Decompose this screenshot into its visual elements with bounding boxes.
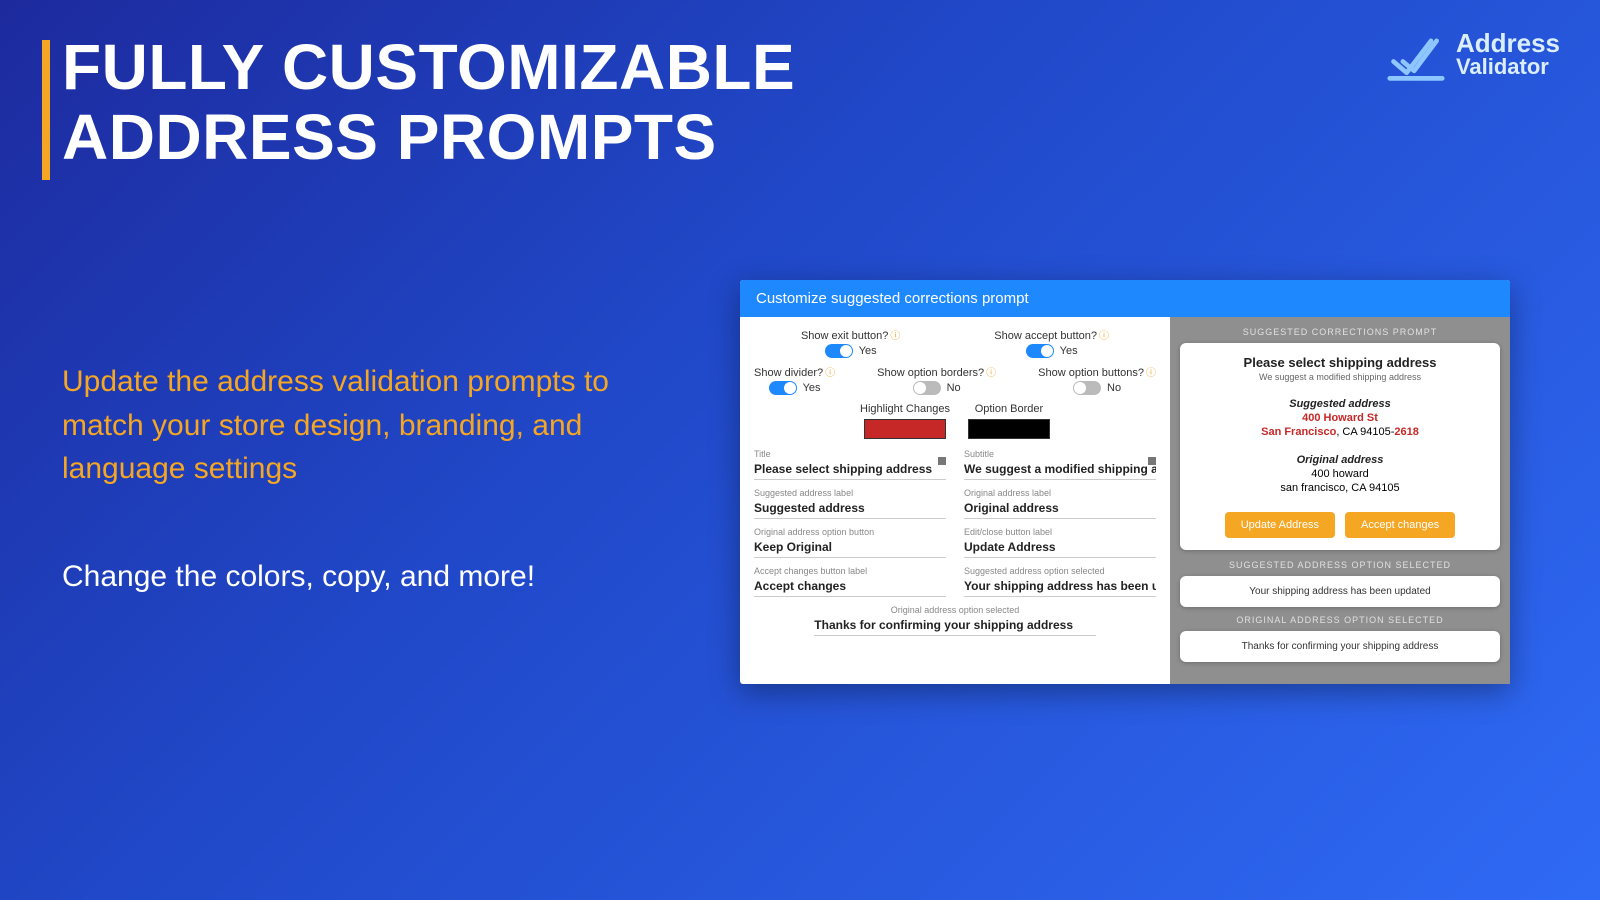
toggle-exit: Show exit button?ⓘ Yes [801, 327, 900, 358]
toggle-borders: Show option borders?ⓘ No [877, 364, 996, 395]
toggle-accept: Show accept button?ⓘ Yes [994, 327, 1109, 358]
swatch-border-label: Option Border [975, 403, 1043, 415]
info-icon: ⓘ [986, 368, 996, 379]
preview-pane: SUGGESTED CORRECTIONS PROMPT Please sele… [1170, 317, 1510, 684]
field-suggested-label-input[interactable] [754, 498, 946, 519]
toggle-divider-value: Yes [803, 382, 821, 394]
hero-subhead2: Change the colors, copy, and more! [62, 560, 535, 594]
field-accept-btn: Accept changes button label [754, 566, 946, 597]
preview-update-button[interactable]: Update Address [1225, 512, 1335, 538]
info-icon: ⓘ [1099, 331, 1109, 342]
accent-bar [42, 40, 50, 180]
swatch-border: Option Border [968, 403, 1050, 439]
toggle-exit-value: Yes [859, 345, 877, 357]
toggle-exit-switch[interactable] [825, 344, 853, 358]
hero-subhead: Update the address validation prompts to… [62, 360, 642, 491]
brand-text-1: Address [1456, 30, 1560, 56]
field-edit-btn-input[interactable] [964, 537, 1156, 558]
field-accept-btn-label: Accept changes button label [754, 566, 946, 576]
preview-suggested-city: San Francisco [1261, 426, 1336, 438]
field-title: Title [754, 449, 946, 480]
field-original-selected: Original address option selected [754, 605, 1156, 636]
toggle-accept-value: Yes [1060, 345, 1078, 357]
field-edit-btn-label: Edit/close button label [964, 527, 1156, 537]
field-title-input[interactable] [754, 459, 946, 480]
info-icon: ⓘ [890, 331, 900, 342]
preview-card-subtitle: We suggest a modified shipping address [1194, 372, 1486, 382]
preview-suggested-line1: 400 Howard St [1302, 412, 1378, 424]
field-original-label-label: Original address label [964, 488, 1156, 498]
toggle-divider: Show divider?ⓘ Yes [754, 364, 835, 395]
preview-card-title: Please select shipping address [1194, 355, 1486, 370]
brand-logo: Address Validator [1386, 24, 1560, 84]
toggle-buttons-switch[interactable] [1073, 381, 1101, 395]
hero-title-line2: ADDRESS PROMPTS [62, 101, 717, 173]
preview-prompt-heading: SUGGESTED CORRECTIONS PROMPT [1180, 327, 1500, 337]
settings-form: Show exit button?ⓘ Yes Show accept butto… [740, 317, 1170, 684]
settings-panel: Customize suggested corrections prompt S… [740, 280, 1510, 684]
field-original-label-input[interactable] [964, 498, 1156, 519]
field-original-selected-input[interactable] [814, 615, 1095, 636]
preview-selected-msg: Your shipping address has been updated [1180, 576, 1500, 607]
field-subtitle: Subtitle [964, 449, 1156, 480]
swatch-border-color[interactable] [968, 419, 1050, 439]
field-edit-btn: Edit/close button label [964, 527, 1156, 558]
panel-header: Customize suggested corrections prompt [740, 280, 1510, 317]
hero-title: FULLY CUSTOMIZABLE ADDRESS PROMPTS [62, 32, 795, 173]
toggle-divider-switch[interactable] [769, 381, 797, 395]
preview-original-msg: Thanks for confirming your shipping addr… [1180, 631, 1500, 662]
swatch-highlight: Highlight Changes [860, 403, 950, 439]
field-original-selected-label: Original address option selected [891, 605, 1020, 615]
field-original-btn-label: Original address option button [754, 527, 946, 537]
preview-accept-button[interactable]: Accept changes [1345, 512, 1455, 538]
field-accept-btn-input[interactable] [754, 576, 946, 597]
preview-original-line1: 400 howard [1194, 468, 1486, 480]
brand-text-2: Validator [1456, 56, 1560, 78]
field-original-label: Original address label [964, 488, 1156, 519]
preview-prompt-card: Please select shipping address We sugges… [1180, 343, 1500, 550]
field-suggested-selected-label: Suggested address option selected [964, 566, 1156, 576]
color-icon[interactable] [938, 457, 946, 465]
field-subtitle-label: Subtitle [964, 449, 1156, 459]
preview-selected-heading: SUGGESTED ADDRESS OPTION SELECTED [1180, 560, 1500, 570]
field-suggested-label: Suggested address label [754, 488, 946, 519]
swatch-highlight-label: Highlight Changes [860, 403, 950, 415]
preview-original-label: Original address [1194, 454, 1486, 466]
preview-suggested-rest: , CA 94105- [1336, 426, 1394, 438]
field-original-btn-input[interactable] [754, 537, 946, 558]
toggle-accept-label: Show accept button? [994, 330, 1097, 342]
preview-suggested-zip: 2618 [1394, 426, 1418, 438]
toggle-borders-value: No [947, 382, 961, 394]
toggle-borders-label: Show option borders? [877, 367, 984, 379]
field-suggested-label-label: Suggested address label [754, 488, 946, 498]
toggle-buttons: Show option buttons?ⓘ No [1038, 364, 1156, 395]
toggle-buttons-label: Show option buttons? [1038, 367, 1144, 379]
brand-icon [1386, 24, 1446, 84]
field-subtitle-input[interactable] [964, 459, 1156, 480]
toggle-divider-label: Show divider? [754, 367, 823, 379]
color-icon[interactable] [1148, 457, 1156, 465]
hero-title-line1: FULLY CUSTOMIZABLE [62, 31, 795, 103]
toggle-accept-switch[interactable] [1026, 344, 1054, 358]
preview-suggested-label: Suggested address [1194, 398, 1486, 410]
field-suggested-selected-input[interactable] [964, 576, 1156, 597]
field-suggested-selected: Suggested address option selected [964, 566, 1156, 597]
info-icon: ⓘ [825, 368, 835, 379]
field-original-btn: Original address option button [754, 527, 946, 558]
swatch-highlight-color[interactable] [864, 419, 946, 439]
toggle-exit-label: Show exit button? [801, 330, 888, 342]
preview-original-line2: san francisco, CA 94105 [1194, 482, 1486, 494]
toggle-borders-switch[interactable] [913, 381, 941, 395]
toggle-buttons-value: No [1107, 382, 1121, 394]
preview-original-heading: ORIGINAL ADDRESS OPTION SELECTED [1180, 615, 1500, 625]
info-icon: ⓘ [1146, 368, 1156, 379]
field-title-label: Title [754, 449, 946, 459]
